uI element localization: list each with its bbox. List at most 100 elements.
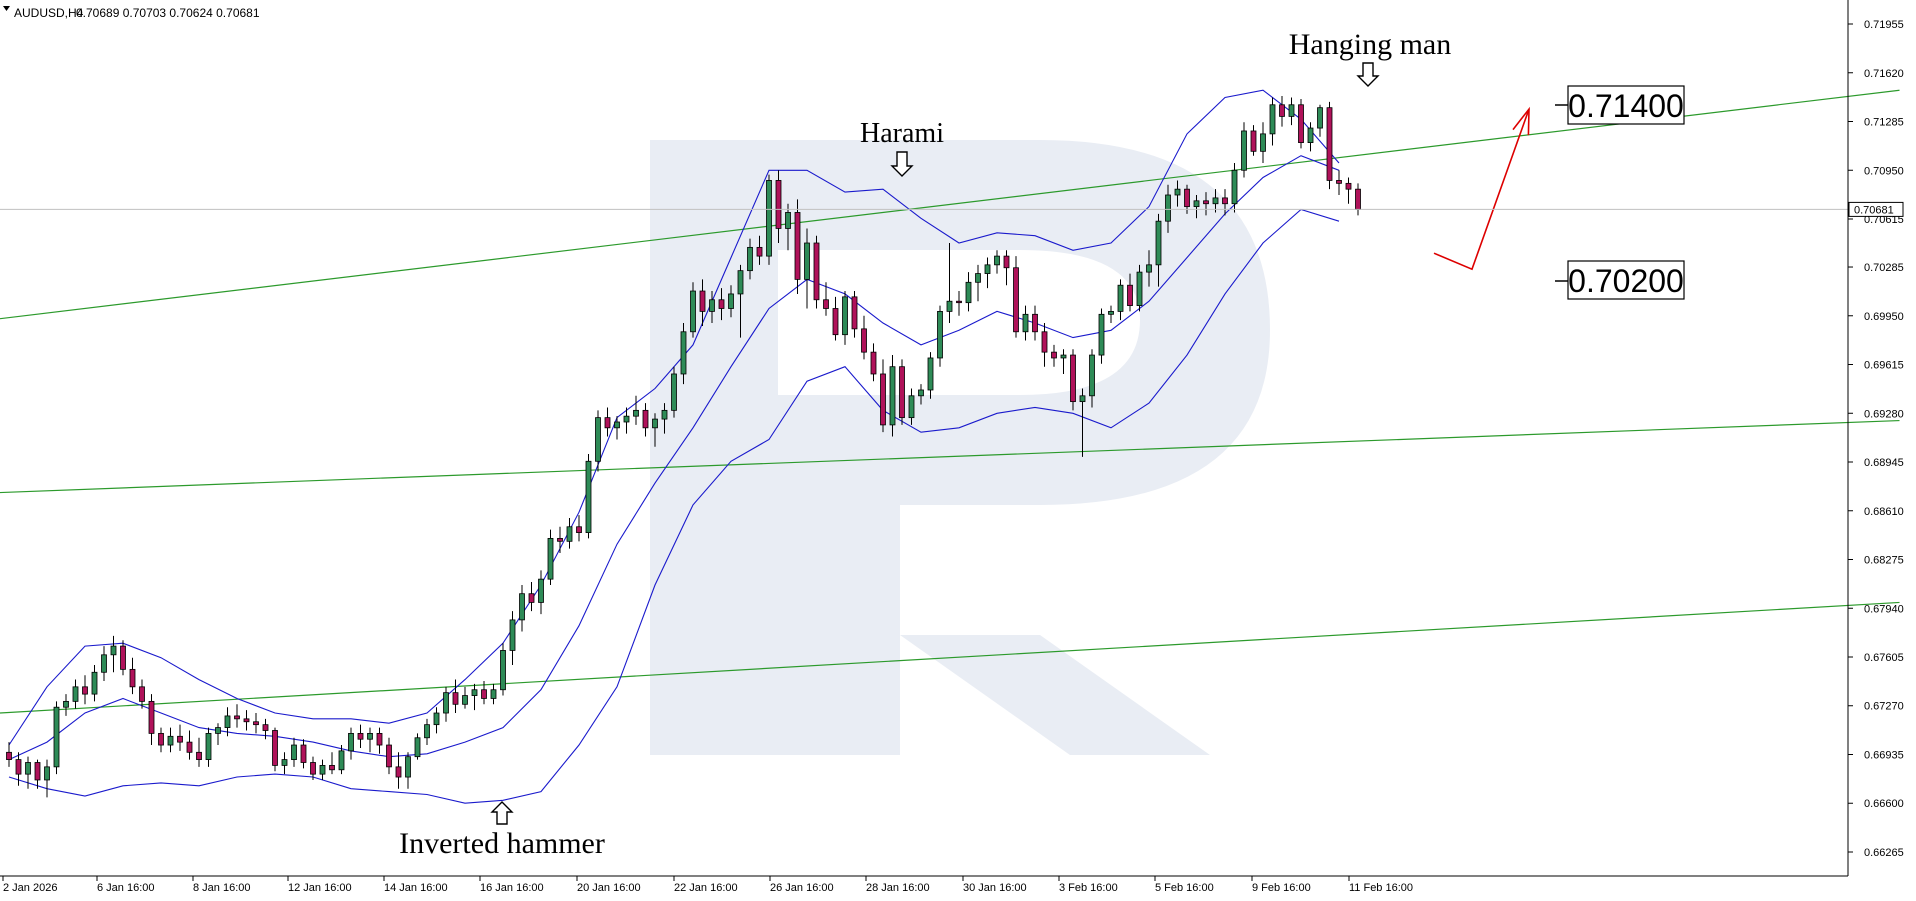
candle-body xyxy=(956,300,962,304)
candle-body xyxy=(319,765,326,775)
x-tick-label: 30 Jan 16:00 xyxy=(963,882,1027,894)
candle-body xyxy=(338,750,345,771)
candle-body xyxy=(728,293,734,309)
candle-body xyxy=(756,246,763,257)
candle-body xyxy=(1089,354,1095,397)
candle-body xyxy=(633,409,639,417)
candle-body xyxy=(614,421,620,429)
current-price-label: 0.70681 xyxy=(1854,204,1894,216)
candle-body xyxy=(224,715,231,728)
candle-body xyxy=(1165,194,1171,222)
candle xyxy=(794,199,801,294)
candle xyxy=(53,701,60,775)
candle-body xyxy=(709,299,715,312)
candle-body xyxy=(1041,331,1048,353)
candle-body xyxy=(1174,188,1181,196)
candle-body xyxy=(718,299,725,309)
candle-body xyxy=(595,417,601,462)
level-label-lower: 0.70200 xyxy=(1555,260,1685,300)
y-tick-label: 0.67940 xyxy=(1864,603,1904,615)
x-tick-label: 26 Jan 16:00 xyxy=(770,882,834,894)
y-tick-label: 0.71620 xyxy=(1864,68,1904,80)
candle-body xyxy=(53,706,60,768)
candle-body xyxy=(519,593,525,621)
candle-body xyxy=(1117,284,1124,312)
y-tick-label: 0.66265 xyxy=(1864,847,1904,859)
candle xyxy=(1013,256,1019,338)
candle-body xyxy=(585,460,592,533)
candle-body xyxy=(177,735,183,743)
candle-body xyxy=(462,695,468,705)
x-tick-label: 3 Feb 16:00 xyxy=(1059,882,1118,894)
candle-body xyxy=(1203,200,1209,205)
chart: 0.71955 0.71620 0.71285 0.70950 0.70615 0.702… xyxy=(0,0,1916,896)
candle-body xyxy=(1326,107,1333,181)
candle-body xyxy=(870,351,877,375)
candle-body xyxy=(1032,313,1038,333)
candle-body xyxy=(1108,311,1114,315)
candle-body xyxy=(452,692,459,705)
candle-body xyxy=(661,409,668,420)
candle-body xyxy=(642,409,649,429)
candle-body xyxy=(699,290,706,312)
y-tick-label: 0.68610 xyxy=(1864,506,1904,518)
candle-body xyxy=(965,281,972,304)
candle-body xyxy=(937,311,943,359)
candle-body xyxy=(528,593,535,603)
candle-body xyxy=(566,526,573,542)
candle-body xyxy=(1146,264,1152,273)
candle xyxy=(766,174,772,265)
candle-body xyxy=(500,650,506,691)
candle-body xyxy=(1317,107,1323,129)
candle-body xyxy=(1070,354,1076,403)
inverted-hammer-label: Inverted hammer xyxy=(399,827,605,860)
candle-body xyxy=(785,212,791,229)
candle-body xyxy=(6,751,12,760)
candle xyxy=(671,366,677,418)
candle-body xyxy=(357,732,364,740)
candle xyxy=(1326,101,1333,190)
candle-body xyxy=(234,715,240,720)
candle-body xyxy=(680,331,687,375)
y-tick-label: 0.68275 xyxy=(1864,555,1904,567)
candle-body xyxy=(243,718,250,723)
candle-body xyxy=(747,246,753,272)
candle xyxy=(1298,98,1304,149)
candle-body xyxy=(1212,197,1219,205)
y-tick-label: 0.70950 xyxy=(1864,165,1904,177)
candle-body xyxy=(167,735,174,746)
candle-body xyxy=(813,242,820,301)
candle-body xyxy=(1098,313,1105,356)
candle-body xyxy=(557,538,563,542)
y-tick-label: 0.66935 xyxy=(1864,749,1904,761)
candle-body xyxy=(1260,133,1266,152)
harami-label: Harami xyxy=(860,118,944,149)
candle-body xyxy=(851,296,858,330)
candle-body xyxy=(1250,130,1257,152)
candle-body xyxy=(1060,354,1067,359)
candle-body xyxy=(671,373,677,411)
candle-body xyxy=(329,765,335,771)
candle-body xyxy=(927,357,934,391)
candle-body xyxy=(101,654,107,673)
candle-body xyxy=(205,732,212,760)
candle-body xyxy=(471,689,478,696)
x-tick-label: 22 Jan 16:00 xyxy=(674,882,738,894)
candle-body xyxy=(158,732,164,746)
candle-body xyxy=(737,270,744,295)
candle-body xyxy=(509,619,516,651)
candle-body xyxy=(1003,255,1010,269)
candle-body xyxy=(34,762,41,781)
candle-body xyxy=(984,264,991,274)
candle-body xyxy=(994,255,1000,266)
candle-body xyxy=(443,692,449,714)
candle-body xyxy=(1013,267,1019,333)
lower-target-value: 0.70200 xyxy=(1568,263,1684,299)
candle-body xyxy=(129,668,136,688)
candle-body xyxy=(1345,182,1352,190)
x-tick-label: 8 Jan 16:00 xyxy=(193,882,251,894)
candle-body xyxy=(946,300,953,312)
candle-body xyxy=(1336,180,1342,184)
candle-body xyxy=(1222,197,1228,205)
x-tick-label: 5 Feb 16:00 xyxy=(1155,882,1214,894)
